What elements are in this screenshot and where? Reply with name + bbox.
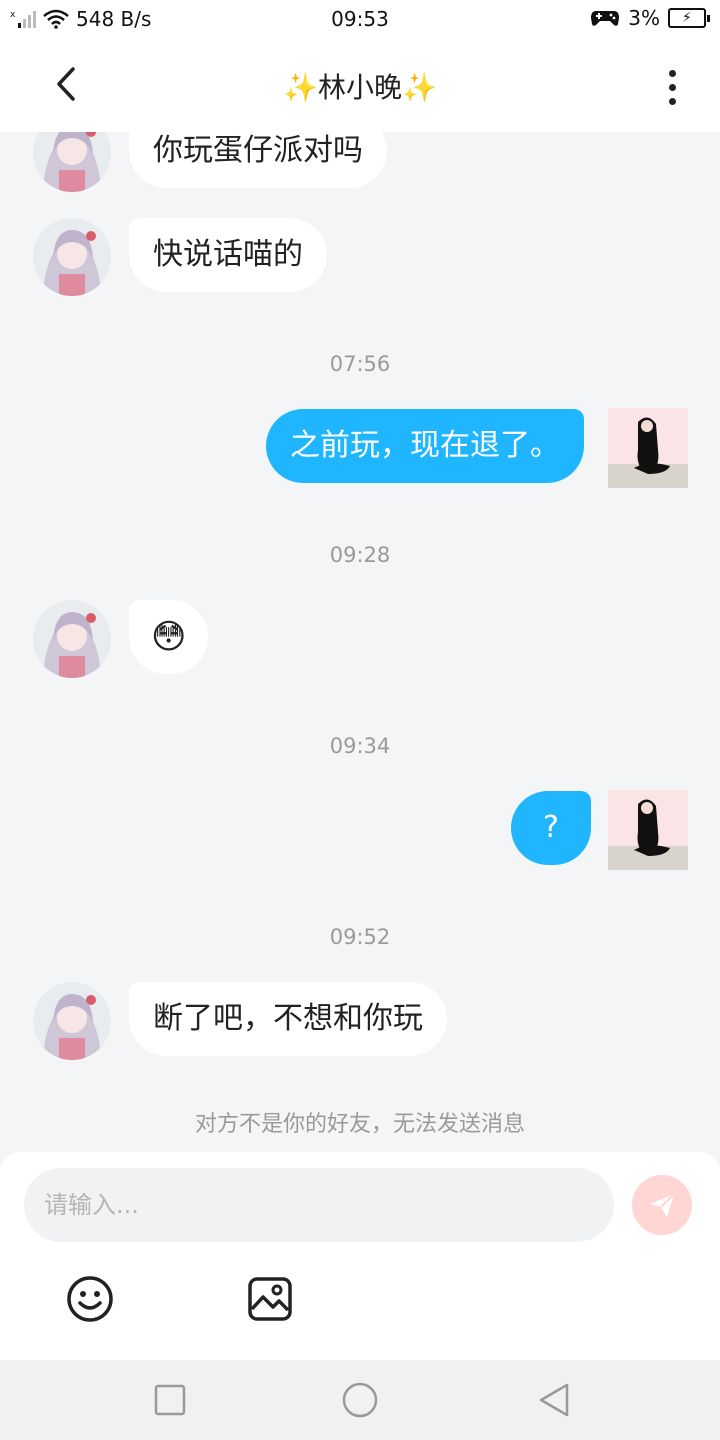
message-bubble-incoming[interactable]: 快说话喵的 bbox=[129, 218, 327, 292]
timestamp: 09:34 bbox=[329, 734, 391, 758]
timestamp: 09:28 bbox=[329, 543, 391, 567]
contact-avatar[interactable] bbox=[33, 600, 111, 678]
user-avatar[interactable] bbox=[608, 790, 688, 870]
home-button[interactable] bbox=[340, 1380, 380, 1420]
emoji-button[interactable] bbox=[66, 1275, 114, 1323]
circle-icon bbox=[342, 1382, 378, 1418]
more-vertical-icon bbox=[668, 69, 676, 77]
square-icon bbox=[154, 1384, 186, 1416]
message-bubble-incoming[interactable]: 断了吧，不想和你玩 bbox=[129, 982, 447, 1056]
contact-avatar[interactable] bbox=[33, 218, 111, 296]
emoji-icon bbox=[67, 1276, 113, 1322]
back-nav-button[interactable] bbox=[534, 1380, 574, 1420]
triangle-back-icon bbox=[539, 1383, 569, 1417]
gamepad-icon bbox=[591, 11, 620, 26]
status-bar: x 548 B/s 09:53 3% ⚡ bbox=[0, 0, 720, 40]
more-options-button[interactable] bbox=[650, 62, 694, 112]
input-panel bbox=[0, 1152, 720, 1360]
send-button[interactable] bbox=[632, 1175, 692, 1235]
image-button[interactable] bbox=[246, 1275, 294, 1323]
contact-avatar[interactable] bbox=[33, 132, 111, 192]
status-right: 3% ⚡ bbox=[590, 6, 710, 30]
chat-title: ✨林小晚✨ bbox=[283, 71, 437, 104]
timestamp: 07:56 bbox=[329, 352, 391, 376]
user-avatar[interactable] bbox=[608, 408, 688, 488]
system-nav-bar bbox=[0, 1360, 720, 1440]
image-icon bbox=[248, 1277, 292, 1321]
message-list[interactable]: 你玩蛋仔派对吗 快说话喵的 07:56 之前玩，现在退了。 09:28 😳 09… bbox=[0, 132, 720, 1152]
not-friend-notice: 对方不是你的好友，无法发送消息 bbox=[194, 1112, 525, 1137]
contact-avatar[interactable] bbox=[33, 982, 111, 1060]
battery-percent: 3% bbox=[628, 6, 660, 30]
message-bubble-incoming[interactable]: 你玩蛋仔派对吗 bbox=[129, 132, 387, 188]
message-bubble-outgoing[interactable]: 之前玩，现在退了。 bbox=[266, 409, 584, 483]
battery-icon: ⚡ bbox=[668, 8, 710, 28]
timestamp: 09:52 bbox=[329, 925, 391, 949]
message-bubble-incoming[interactable]: 😳 bbox=[129, 600, 209, 674]
message-input[interactable] bbox=[24, 1168, 614, 1242]
send-icon bbox=[650, 1193, 675, 1217]
chat-header: ✨林小晚✨ bbox=[0, 40, 720, 132]
message-bubble-outgoing[interactable]: ? bbox=[511, 791, 591, 865]
recents-button[interactable] bbox=[150, 1380, 190, 1420]
